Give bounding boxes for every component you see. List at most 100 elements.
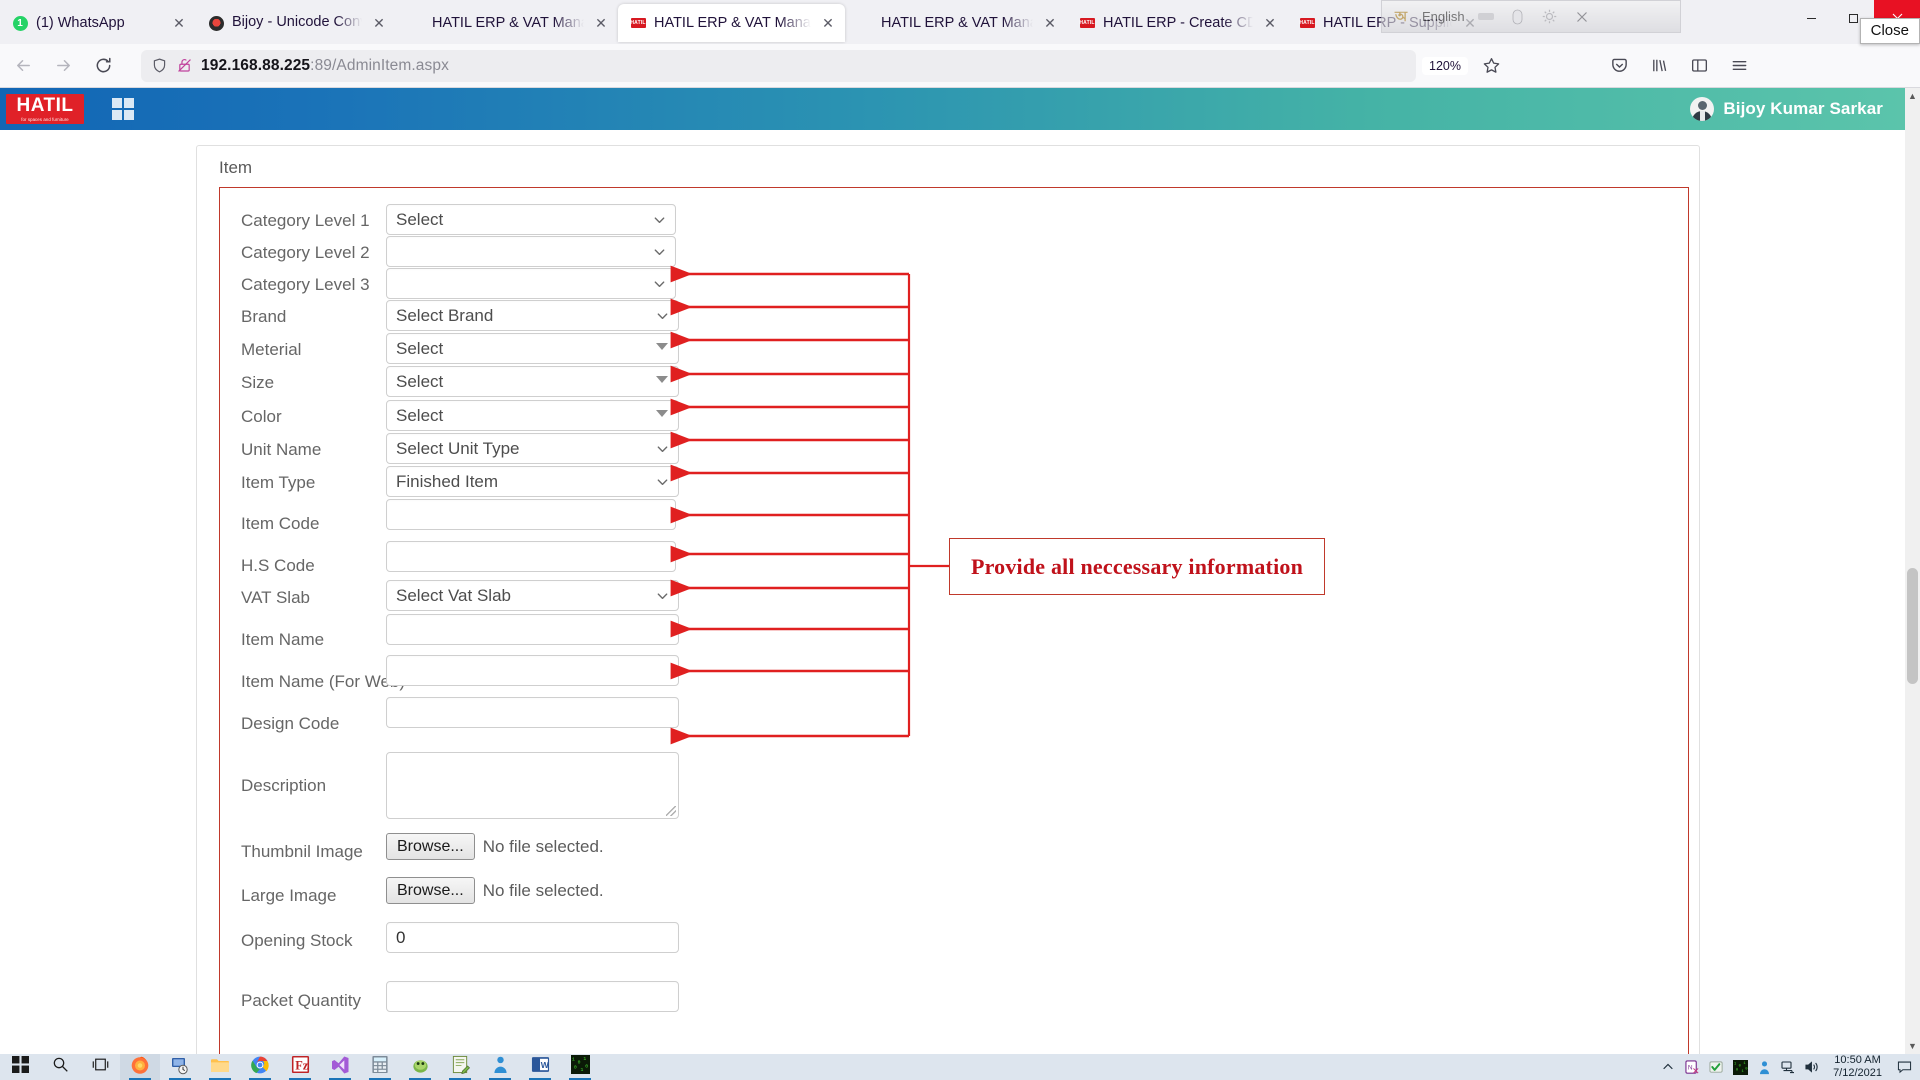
taskbar-filezilla[interactable]: Fz (280, 1054, 320, 1080)
tab-close-button[interactable]: ✕ (170, 14, 188, 32)
library-icon[interactable] (1644, 50, 1676, 82)
browser-tab[interactable]: HATIL ERP & VAT Management Syst ✕ (396, 4, 618, 42)
taskbar-avro-keyboard[interactable] (400, 1054, 440, 1080)
tab-close-button[interactable]: ✕ (1041, 14, 1059, 32)
shield-icon[interactable] (151, 57, 168, 74)
field-select[interactable]: Select (386, 333, 679, 364)
browser-tab[interactable]: HATIL ERP & VAT Management Syst ✕ (845, 4, 1067, 42)
field-select[interactable]: Select Brand (386, 300, 679, 331)
tab-close-button[interactable]: ✕ (370, 14, 388, 32)
lock-broken-icon[interactable] (176, 57, 193, 74)
field-select[interactable] (386, 236, 676, 267)
field-input[interactable] (386, 655, 679, 686)
scrollbar-thumb[interactable] (1907, 568, 1918, 684)
field-label: Item Name (For Web) (241, 672, 406, 691)
description-textarea[interactable] (386, 752, 679, 819)
taskbar-visual-studio[interactable] (320, 1054, 360, 1080)
notification-center-icon[interactable] (1892, 1054, 1916, 1080)
onenote-clipper-icon[interactable]: N (1681, 1054, 1703, 1080)
taskbar-search-button[interactable] (40, 1054, 80, 1080)
tab-title: HATIL ERP & VAT Management Syst (432, 15, 584, 31)
svg-text:W: W (540, 1060, 549, 1070)
field-select[interactable]: Select (386, 400, 679, 431)
show-hidden-icons-button[interactable] (1657, 1054, 1679, 1080)
taskbar-file-explorer[interactable] (200, 1054, 240, 1080)
scroll-up-arrow[interactable]: ▲ (1905, 88, 1920, 104)
minimize-button[interactable] (1790, 0, 1832, 36)
scroll-down-arrow[interactable]: ▼ (1905, 1038, 1920, 1054)
field-label: Item Code (241, 514, 320, 533)
back-button[interactable] (6, 49, 40, 83)
field-input[interactable] (386, 981, 679, 1012)
browser-tab[interactable]: 1 (1) WhatsApp ✕ (0, 4, 196, 42)
taskbar-calculator[interactable] (360, 1054, 400, 1080)
taskbar-matrix-app[interactable]: 101010 (560, 1054, 600, 1080)
word-icon: W (531, 1055, 550, 1079)
avro-keyboard-bar[interactable]: অ English (1381, 0, 1681, 33)
field-label: Meterial (241, 340, 302, 359)
field-select[interactable]: Select (386, 366, 679, 397)
field-input[interactable]: 0 (386, 922, 679, 953)
field-input[interactable] (386, 614, 679, 645)
page-viewport: HATIL for spaces and furniture Bijoy Kum… (0, 88, 1920, 1054)
user-menu[interactable]: Bijoy Kumar Sarkar (1690, 97, 1883, 121)
tab-close-button[interactable]: ✕ (592, 14, 610, 32)
sidebar-icon[interactable] (1684, 50, 1716, 82)
browse-button[interactable]: Browse... (386, 833, 475, 860)
volume-icon[interactable] (1801, 1054, 1823, 1080)
hamburger-menu-icon[interactable] (1724, 50, 1756, 82)
svg-text:Fz: Fz (295, 1058, 309, 1072)
ime-close-icon[interactable] (1571, 6, 1593, 28)
browser-tab[interactable]: HATIL HATIL ERP & VAT Management ✕ (618, 4, 845, 42)
browser-tab[interactable]: Bijoy - Unicode Converter | বিজ ✕ (196, 4, 396, 42)
field-select[interactable]: Select Vat Slab (386, 580, 679, 611)
field-label: Unit Name (241, 440, 322, 459)
browse-button[interactable]: Browse... (386, 877, 475, 904)
forward-button[interactable] (46, 49, 80, 83)
antivirus-icon[interactable] (1705, 1054, 1727, 1080)
taskbar-task-view-button[interactable] (80, 1054, 120, 1080)
close-tooltip: Close (1859, 18, 1920, 44)
taskbar-teamviewer[interactable] (480, 1054, 520, 1080)
grid-menu-icon[interactable] (112, 98, 134, 120)
settings-icon[interactable] (1539, 6, 1561, 28)
browser-tab[interactable]: HATIL HATIL ERP - Create CDC User ✕ (1067, 4, 1287, 42)
field-select[interactable]: Finished Item (386, 466, 679, 497)
hatil-logo[interactable]: HATIL for spaces and furniture (6, 94, 84, 124)
caret-down-icon (656, 375, 668, 383)
zoom-level-badge[interactable]: 120% (1422, 56, 1468, 75)
svg-text:0: 0 (585, 1063, 588, 1069)
svg-text:N: N (1687, 1064, 1692, 1071)
taskbar-firefox[interactable] (120, 1054, 160, 1080)
network-icon[interactable] (1777, 1054, 1799, 1080)
field-input[interactable] (386, 499, 676, 530)
mouse-icon[interactable] (1507, 6, 1529, 28)
page-scrollbar[interactable]: ▲ ▼ (1905, 88, 1920, 1054)
taskbar-remote-desktop[interactable] (160, 1054, 200, 1080)
field-value: Select (396, 338, 444, 358)
svg-text:0: 0 (577, 1060, 580, 1066)
resize-handle-icon[interactable] (666, 806, 676, 816)
taskbar-notepad-plus[interactable] (440, 1054, 480, 1080)
keyboard-icon[interactable] (1475, 6, 1497, 28)
url-bar[interactable]: 192.168.88.225:89/AdminItem.aspx (141, 49, 1416, 82)
taskbar-word[interactable]: W (520, 1054, 560, 1080)
reload-button[interactable] (86, 49, 120, 83)
field-select[interactable]: Select (386, 204, 676, 235)
field-select[interactable]: Select Unit Type (386, 433, 679, 464)
teamviewer-icon[interactable] (1753, 1054, 1775, 1080)
taskbar-start-button[interactable] (0, 1054, 40, 1080)
bookmark-star-icon[interactable] (1476, 50, 1508, 82)
avro-icon[interactable]: অ (1390, 6, 1412, 28)
windows-taskbar: Fz W 1 0 1 0 1 0 N 101010 10:50 AM 7/12/… (0, 1054, 1920, 1080)
tab-close-button[interactable]: ✕ (1261, 14, 1279, 32)
pocket-icon[interactable] (1604, 50, 1636, 82)
field-input[interactable] (386, 697, 679, 728)
user-avatar (1690, 97, 1715, 121)
tab-close-button[interactable]: ✕ (819, 14, 837, 32)
taskbar-clock[interactable]: 10:50 AM 7/12/2021 (1825, 1054, 1890, 1080)
field-select[interactable] (386, 268, 676, 299)
taskbar-chrome[interactable] (240, 1054, 280, 1080)
field-input[interactable] (386, 541, 676, 572)
matrix-icon[interactable]: 101010 (1729, 1054, 1751, 1080)
